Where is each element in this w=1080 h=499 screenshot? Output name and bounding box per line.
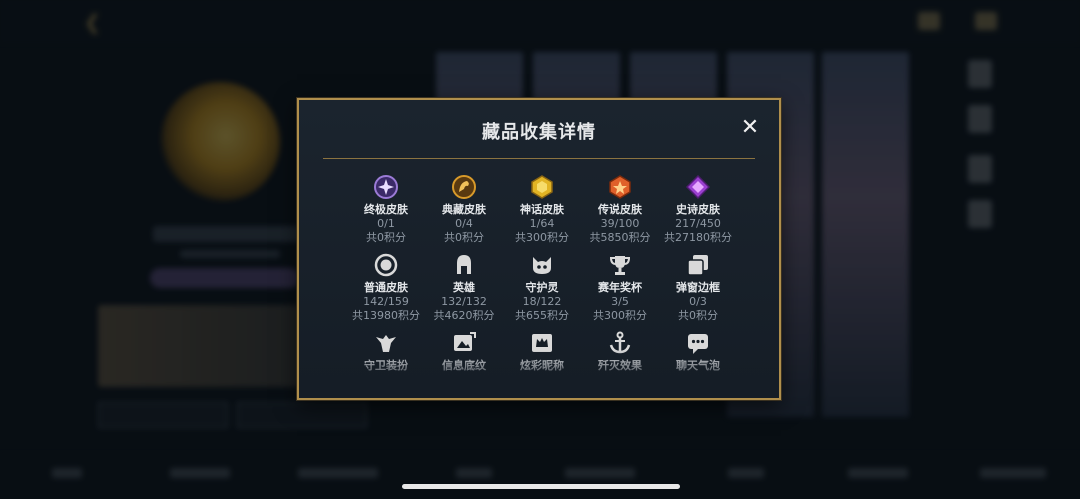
collection-item-count: 0/1	[377, 217, 395, 230]
collection-item[interactable]: 赛年奖杯 3/5 共300积分	[581, 252, 659, 323]
collection-item-count: 0/4	[455, 217, 473, 230]
collection-item-points: 共5850积分	[589, 231, 651, 244]
collection-item-count: 142/159	[363, 295, 409, 308]
collection-item[interactable]: 典藏皮肤 0/4 共0积分	[425, 174, 503, 245]
home-indicator[interactable]	[402, 484, 680, 489]
scroll-fade	[299, 350, 779, 398]
collection-details-modal: 藏品收集详情 ✕ 终极皮肤 0/1 共0积分 典藏皮肤 0/4 共0积分 神话皮肤 1/64 共…	[297, 98, 781, 400]
collection-item[interactable]: 传说皮肤 39/100 共5850积分	[581, 174, 659, 245]
collection-item-name: 传说皮肤	[598, 203, 642, 216]
collection-item[interactable]: 守护灵 18/122 共655积分	[503, 252, 581, 323]
collection-item-count: 39/100	[600, 217, 640, 230]
collection-skin-icon	[451, 174, 477, 200]
collection-item-points: 共27180积分	[664, 231, 732, 244]
collection-item-points: 共4620积分	[433, 309, 495, 322]
collection-item-count: 1/64	[529, 217, 555, 230]
collection-item-count: 3/5	[611, 295, 629, 308]
collection-item-count: 217/450	[675, 217, 721, 230]
close-icon[interactable]: ✕	[739, 117, 761, 140]
mythic-skin-icon	[529, 174, 555, 200]
popup-frame-icon	[685, 252, 711, 278]
collection-item-name: 弹窗边框	[676, 281, 720, 294]
collection-item-name: 终极皮肤	[364, 203, 408, 216]
collection-item[interactable]: 神话皮肤 1/64 共300积分	[503, 174, 581, 245]
collection-item-points: 共0积分	[444, 231, 484, 244]
trophy-icon	[607, 252, 633, 278]
collection-item-name: 英雄	[453, 281, 475, 294]
collection-item[interactable]: 弹窗边框 0/3 共0积分	[659, 252, 737, 323]
guardian-spirit-icon	[529, 252, 555, 278]
collection-item[interactable]: 英雄 132/132 共4620积分	[425, 252, 503, 323]
collection-item-points: 共0积分	[678, 309, 718, 322]
normal-skin-icon	[373, 252, 399, 278]
epic-skin-icon	[685, 174, 711, 200]
collection-item-points: 共13980积分	[352, 309, 420, 322]
collection-item-count: 0/3	[689, 295, 707, 308]
modal-title: 藏品收集详情	[482, 122, 596, 143]
legend-skin-icon	[607, 174, 633, 200]
ultimate-skin-icon	[373, 174, 399, 200]
collection-item[interactable]: 史诗皮肤 217/450 共27180积分	[659, 174, 737, 245]
collection-item-points: 共300积分	[515, 231, 569, 244]
collection-item-points: 共655积分	[515, 309, 569, 322]
collection-item-points: 共0积分	[366, 231, 406, 244]
hero-helmet-icon	[451, 252, 477, 278]
collection-item-points: 共300积分	[593, 309, 647, 322]
collection-item-count: 132/132	[441, 295, 487, 308]
collection-item-name: 普通皮肤	[364, 281, 408, 294]
collection-item[interactable]: 普通皮肤 142/159 共13980积分	[347, 252, 425, 323]
collection-item-name: 典藏皮肤	[442, 203, 486, 216]
collection-item-name: 神话皮肤	[520, 203, 564, 216]
collection-item-name: 守护灵	[525, 281, 559, 294]
title-divider	[323, 158, 755, 159]
collection-item-name: 史诗皮肤	[676, 203, 720, 216]
collection-item-count: 18/122	[522, 295, 562, 308]
collection-item-name: 赛年奖杯	[598, 281, 642, 294]
collection-item[interactable]: 终极皮肤 0/1 共0积分	[347, 174, 425, 245]
